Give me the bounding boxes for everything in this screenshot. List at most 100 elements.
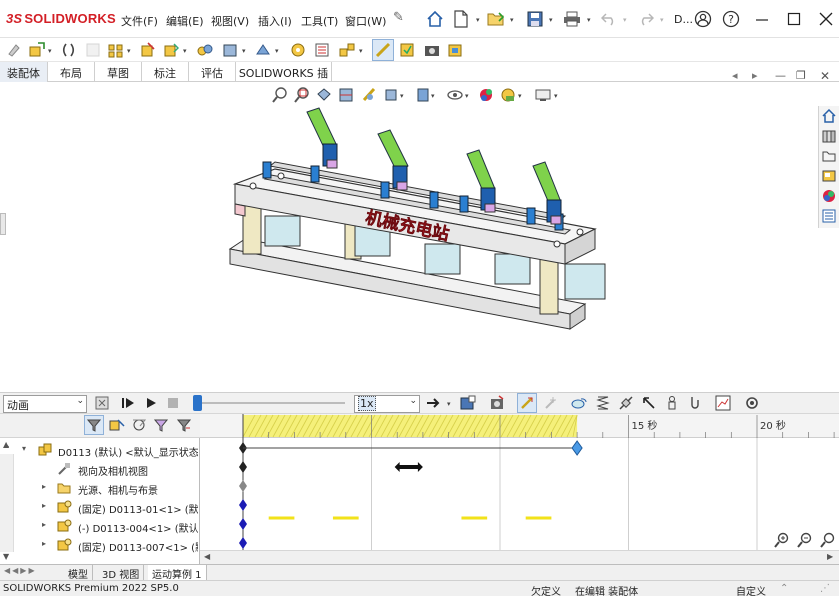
menu-file[interactable]: 文件(F)	[121, 13, 158, 29]
tree-item[interactable]: ▸ 光源、相机与布景	[0, 479, 198, 498]
chevron-right-icon[interactable]: ▸	[42, 520, 46, 529]
filter-selected-icon[interactable]	[129, 415, 149, 435]
playback-speed-select[interactable]: 1x ⌄	[354, 395, 420, 413]
menu-insert[interactable]: 插入(I)	[258, 13, 292, 29]
up-arrow-icon[interactable]: ⌃	[780, 583, 788, 594]
save-icon[interactable]	[524, 8, 546, 30]
chevron-down-icon[interactable]: ▾	[447, 401, 453, 408]
tab-evaluate[interactable]: 评估	[189, 62, 236, 82]
large-assembly-mode-icon[interactable]	[444, 39, 466, 61]
show-hidden-components-icon[interactable]	[194, 39, 216, 61]
tab-assembly[interactable]: 装配体	[0, 62, 48, 82]
chevron-down-icon[interactable]: ▾	[359, 48, 365, 55]
viewport-next-icon[interactable]: ▸	[752, 69, 758, 82]
home-icon[interactable]	[819, 106, 839, 126]
filter-sort-icon[interactable]	[174, 415, 194, 435]
zoom-to-fit-timeline-icon[interactable]	[818, 530, 838, 550]
new-motion-study-icon[interactable]	[287, 39, 309, 61]
chevron-down-icon[interactable]: ▾	[127, 48, 133, 55]
playback-slider-thumb[interactable]	[193, 395, 202, 411]
chevron-down-icon[interactable]: ▾	[660, 17, 666, 24]
calculate-icon[interactable]	[92, 393, 112, 413]
smart-fasteners-icon[interactable]	[137, 39, 159, 61]
tree-item[interactable]: ⌃ ▾ D0113 (默认) <默认_显示状态	[0, 441, 198, 460]
chevron-down-icon[interactable]: ▾	[587, 17, 593, 24]
print-icon[interactable]	[561, 8, 583, 30]
tab-solidworks-addins[interactable]: SOLIDWORKS 插件	[236, 62, 332, 96]
tab-3d-views[interactable]: 3D 视图	[98, 565, 145, 581]
tree-item[interactable]: 视向及相机视图	[0, 460, 198, 479]
add-update-key-icon[interactable]	[541, 393, 561, 413]
menu-view[interactable]: 视图(V)	[211, 13, 249, 29]
filter-animated-icon[interactable]	[84, 415, 104, 435]
design-library-icon[interactable]	[819, 126, 839, 146]
tab-motion-study-1[interactable]: 运动算例 1	[148, 565, 207, 581]
tree-item[interactable]: ▸ (固定) D0113-01<1> (默认	[0, 498, 198, 517]
tree-scrollbar[interactable]	[0, 454, 14, 552]
chevron-down-icon[interactable]: ▾	[623, 17, 629, 24]
linear-pattern-icon[interactable]	[105, 39, 127, 61]
chevron-down-icon[interactable]: ▾	[275, 48, 281, 55]
tab-scroll-arrows-icon[interactable]: ◀◀▶▶	[4, 566, 37, 575]
minimize-icon[interactable]	[751, 8, 773, 30]
redo-icon[interactable]	[635, 8, 657, 30]
update-speedpak-icon[interactable]	[396, 39, 418, 61]
take-snapshot-icon[interactable]	[421, 39, 443, 61]
gravity-icon[interactable]	[685, 393, 705, 413]
filter-driving-icon[interactable]	[107, 415, 127, 435]
viewport-restore-icon[interactable]: ❐	[796, 69, 806, 82]
force-icon[interactable]	[639, 393, 659, 413]
scroll-up-arrow-icon[interactable]: ▲	[3, 440, 9, 449]
chevron-down-icon[interactable]: ▾	[242, 48, 248, 55]
motor-icon[interactable]	[569, 393, 589, 413]
chevron-down-icon[interactable]: ▾	[510, 17, 516, 24]
tree-item[interactable]: ▸ (-) D0113-004<1> (默认)	[0, 517, 198, 536]
panel-collapse-handle[interactable]	[0, 213, 6, 235]
units-custom[interactable]: 自定义	[736, 583, 766, 596]
save-animation-icon[interactable]	[458, 393, 478, 413]
motion-timeline[interactable]: 0 秒5 秒10 秒15 秒20 秒 ◀ ▶	[200, 414, 839, 564]
timeline-horizontal-scrollbar[interactable]: ◀ ▶	[200, 550, 839, 564]
chevron-right-icon[interactable]: ▸	[42, 539, 46, 548]
spring-icon[interactable]	[593, 393, 613, 413]
results-plots-icon[interactable]	[713, 393, 733, 413]
move-component-icon[interactable]	[160, 39, 182, 61]
chevron-right-icon[interactable]: ▸	[42, 501, 46, 510]
insert-component-icon[interactable]	[26, 39, 48, 61]
pin-icon[interactable]: ✎	[393, 10, 404, 25]
fixture-3d-model[interactable]: 机械充电站	[215, 104, 625, 354]
animation-wizard-icon[interactable]	[487, 393, 507, 413]
exploded-view-icon[interactable]	[336, 39, 358, 61]
viewport-previous-icon[interactable]: ◂	[732, 69, 738, 82]
view-palette-icon[interactable]	[819, 166, 839, 186]
new-document-icon[interactable]	[450, 8, 472, 30]
zoom-in-timeline-icon[interactable]	[772, 530, 792, 550]
scroll-right-arrow-icon[interactable]: ▶	[827, 552, 833, 561]
tree-item[interactable]: ▸ (固定) D0113-007<1> (默	[0, 536, 198, 555]
filter-results-icon[interactable]	[151, 415, 171, 435]
chevron-down-icon[interactable]: ▾	[22, 444, 26, 453]
help-icon[interactable]: ?	[720, 8, 742, 30]
home-icon[interactable]	[424, 8, 446, 30]
user-account-icon[interactable]	[692, 8, 714, 30]
autokey-icon[interactable]	[517, 393, 537, 413]
solidworks-logo[interactable]: 3S SOLIDWORKS	[6, 11, 116, 26]
close-icon[interactable]	[815, 8, 837, 30]
tab-sketch[interactable]: 草图	[95, 62, 142, 82]
chevron-down-icon[interactable]: ▾	[549, 17, 555, 24]
playback-mode-icon[interactable]	[424, 393, 444, 413]
scroll-left-arrow-icon[interactable]: ◀	[204, 552, 210, 561]
graphics-area[interactable]: ▾ ▾ ▾ ▾ ▾ ◂ ▸ — ❐ ✕ 机械充电站	[0, 69, 839, 392]
chevron-right-icon[interactable]: ▸	[42, 482, 46, 491]
bill-of-materials-icon[interactable]	[311, 39, 333, 61]
viewport-close-icon[interactable]: ✕	[820, 69, 830, 83]
zoom-out-timeline-icon[interactable]	[795, 530, 815, 550]
component-preview-icon[interactable]	[82, 39, 104, 61]
edit-component-icon[interactable]	[3, 39, 25, 61]
chevron-down-icon[interactable]: ▾	[48, 48, 54, 55]
stop-icon[interactable]	[163, 393, 183, 413]
instant3d-icon[interactable]	[372, 39, 394, 61]
timeline-graph[interactable]	[200, 414, 839, 564]
chevron-down-icon[interactable]: ▾	[183, 48, 189, 55]
contact-icon[interactable]	[662, 393, 682, 413]
